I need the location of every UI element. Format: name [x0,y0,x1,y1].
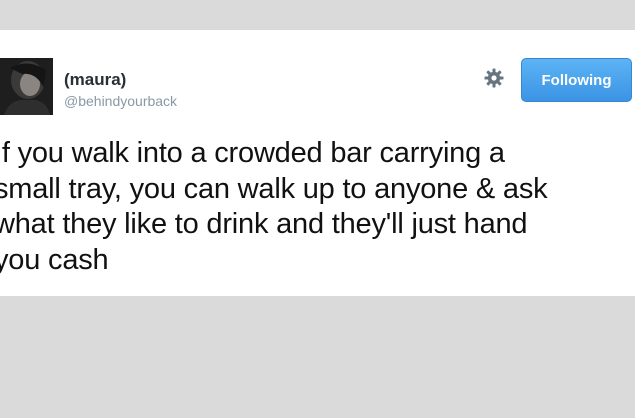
tweet-text: If you walk into a crowded bar carrying … [0,137,548,276]
following-button[interactable]: Following [521,58,632,102]
display-name[interactable]: (maura) [64,70,126,90]
gear-icon[interactable] [484,68,504,88]
user-handle[interactable]: @behindyourback [64,92,177,110]
tweet-card: (maura) @behindyourback Following If you… [0,30,635,296]
avatar-image [0,58,53,115]
avatar[interactable] [0,58,53,115]
